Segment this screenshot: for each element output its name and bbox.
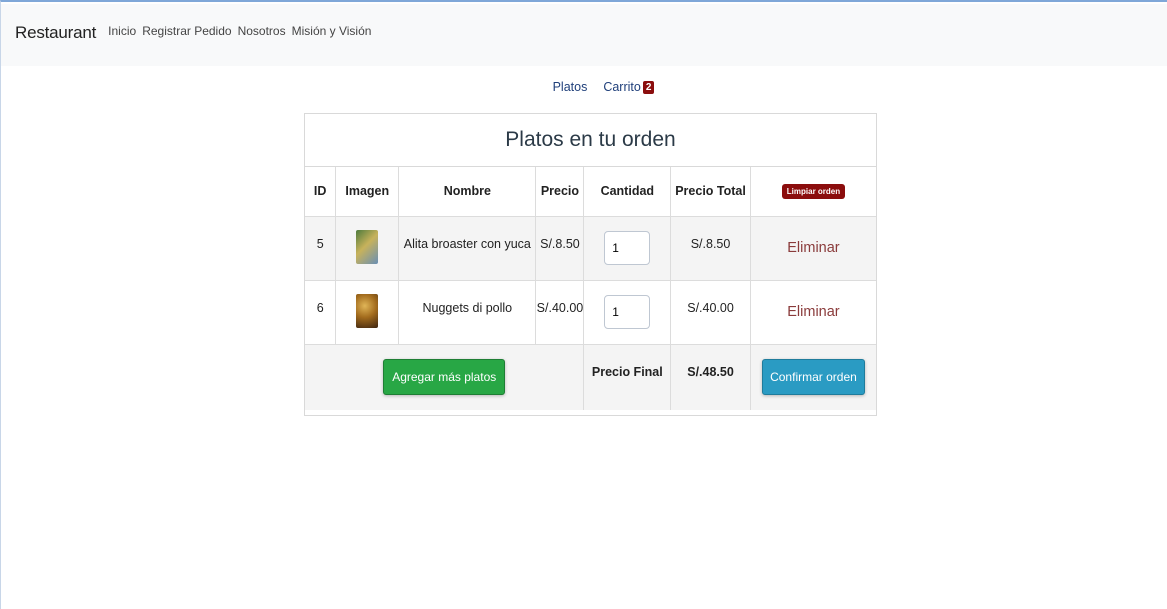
order-table: ID Imagen Nombre Precio Cantidad Precio … <box>305 167 876 410</box>
row-total: S/.40.00 <box>670 279 751 345</box>
row-price: S/.8.50 <box>535 215 585 281</box>
row-name: Nuggets di pollo <box>398 279 537 345</box>
row-id: 6 <box>305 279 337 345</box>
header-imagen: Imagen <box>335 167 400 217</box>
row-quantity-cell <box>583 279 672 345</box>
quantity-input[interactable] <box>604 295 651 329</box>
sub-navigation: Platos Carrito 2 <box>1 80 1167 95</box>
confirm-order-button[interactable]: Confirmar orden <box>762 359 865 396</box>
header-cantidad: Cantidad <box>583 167 672 217</box>
header-precio: Precio <box>535 167 585 217</box>
clear-order-button[interactable]: Limpiar orden <box>781 184 846 200</box>
order-card: Platos en tu orden ID Imagen Nombre Prec… <box>304 113 877 416</box>
row-id: 5 <box>305 215 337 281</box>
row-image-cell <box>335 279 400 345</box>
row-name: Alita broaster con yuca <box>398 215 537 281</box>
footer-confirm-cell: Confirmar orden <box>749 343 876 410</box>
top-navbar: Restaurant Inicio Registrar Pedido Nosot… <box>1 4 1167 66</box>
row-price: S/.40.00 <box>535 279 585 345</box>
nuggets-photo <box>356 293 379 328</box>
add-more-dishes-button[interactable]: Agregar más platos <box>383 359 506 396</box>
table-row: 5 Alita broaster con yuca S/.8.50 S/.8.5… <box>305 215 876 281</box>
quantity-input[interactable] <box>604 231 651 265</box>
order-title: Platos en tu orden <box>305 114 876 167</box>
row-quantity-cell <box>583 215 672 281</box>
header-actions: Limpiar orden <box>749 167 876 217</box>
browser-viewport: Restaurant Inicio Registrar Pedido Nosot… <box>0 0 1167 609</box>
header-nombre: Nombre <box>398 167 537 217</box>
nav-link-mision-vision[interactable]: Misión y Visión <box>292 24 372 38</box>
cart-count-badge: 2 <box>642 81 655 94</box>
nav-link-inicio[interactable]: Inicio <box>108 24 136 38</box>
row-image-cell <box>335 215 400 281</box>
row-total: S/.8.50 <box>670 215 751 281</box>
footer-add-cell: Agregar más platos <box>305 343 585 410</box>
final-price-value: S/.48.50 <box>670 343 751 410</box>
tab-carrito-label: Carrito <box>603 80 641 94</box>
tab-carrito[interactable]: Carrito 2 <box>603 80 655 95</box>
nav-link-nosotros[interactable]: Nosotros <box>238 24 286 38</box>
header-precio-total: Precio Total <box>670 167 751 217</box>
nav-link-registrar-pedido[interactable]: Registrar Pedido <box>142 24 231 38</box>
row-action-cell: Eliminar <box>749 215 876 281</box>
chicken-wings-photo <box>356 229 379 264</box>
remove-item-link[interactable]: Eliminar <box>787 240 839 256</box>
tab-platos[interactable]: Platos <box>553 80 588 95</box>
row-action-cell: Eliminar <box>749 279 876 345</box>
table-footer-row: Agregar más platos Precio Final S/.48.50… <box>305 343 876 410</box>
table-row: 6 Nuggets di pollo S/.40.00 S/.40.00 Eli… <box>305 279 876 345</box>
brand-link[interactable]: Restaurant <box>15 23 96 43</box>
table-header-row: ID Imagen Nombre Precio Cantidad Precio … <box>305 167 876 217</box>
final-price-label: Precio Final <box>583 343 672 410</box>
header-id: ID <box>305 167 337 217</box>
remove-item-link[interactable]: Eliminar <box>787 304 839 320</box>
